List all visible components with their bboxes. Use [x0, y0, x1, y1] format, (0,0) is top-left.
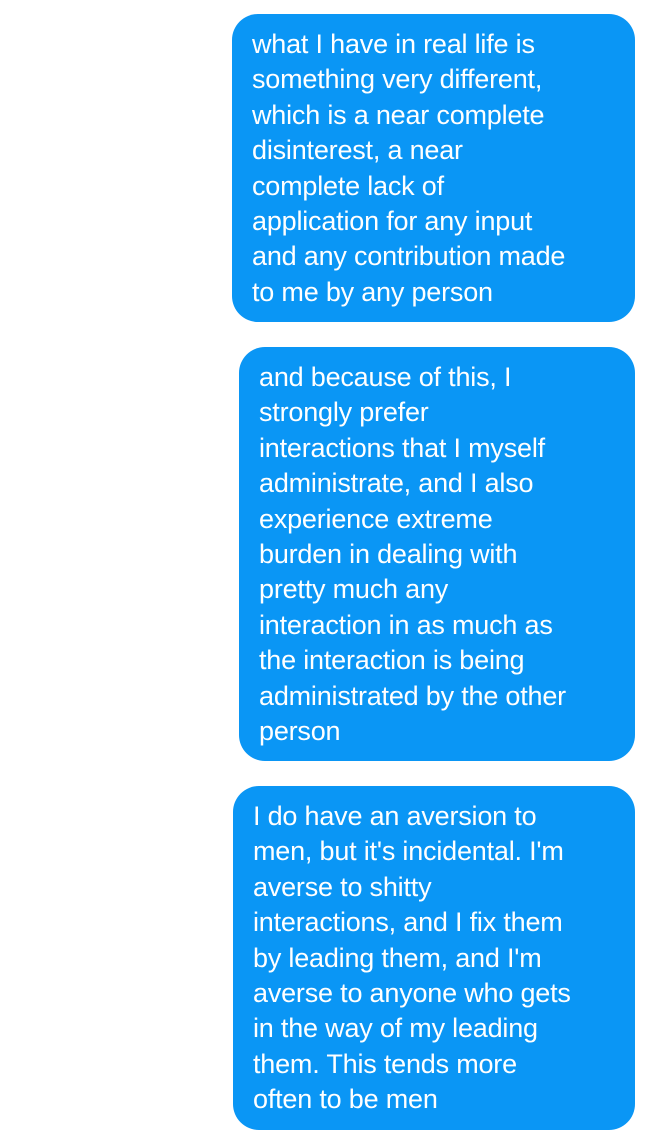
- message-text-line: averse to anyone who gets: [253, 978, 571, 1009]
- message-text-line: often to be men: [253, 1084, 438, 1115]
- message-text-line: interactions that I myself: [259, 432, 545, 463]
- message-text-line: complete lack of: [252, 170, 444, 201]
- message-text-line: experience extreme: [259, 503, 493, 534]
- message-text-line: and because of this, I: [259, 362, 512, 392]
- message-text-line: administrate, and I also: [259, 468, 534, 499]
- message-bubble-3[interactable]: I do have an aversion to men, but it's in…: [233, 786, 635, 1130]
- message-text-line: which is a near complete: [252, 99, 545, 130]
- message-bubble-2[interactable]: and because of this, I strongly prefer int…: [239, 347, 635, 761]
- message-text-line: burden in dealing with: [259, 539, 518, 570]
- message-text-line: pretty much any: [259, 574, 449, 605]
- message-text-line: to me by any person: [252, 276, 493, 307]
- message-text-line: in the way of my leading: [253, 1013, 538, 1044]
- message-text-line: what I have in real life is: [252, 29, 535, 59]
- message-text-line: application for any input: [252, 206, 533, 237]
- message-text-line: men, but it's incidental. I'm: [253, 836, 564, 867]
- message-text-line: person: [259, 716, 341, 747]
- message-text-line: administrated by the other: [259, 680, 566, 711]
- message-text-line: them. This tends more: [253, 1048, 517, 1079]
- message-text-line: interactions, and I fix them: [253, 907, 563, 938]
- message-text-line: by leading them, and I'm: [253, 942, 542, 973]
- message-text-line: strongly prefer: [259, 397, 429, 428]
- message-text-line: interaction in as much as: [259, 609, 553, 640]
- message-text-line: averse to shitty: [253, 871, 432, 902]
- message-text-line: and any contribution made: [252, 241, 566, 272]
- message-text-line: something very different,: [252, 64, 543, 95]
- message-text-line: disinterest, a near: [252, 135, 463, 166]
- message-bubble-1[interactable]: what I have in real life is something ver…: [232, 14, 635, 322]
- message-text-line: I do have an aversion to: [253, 801, 537, 831]
- message-text-line: the interaction is being: [259, 645, 525, 676]
